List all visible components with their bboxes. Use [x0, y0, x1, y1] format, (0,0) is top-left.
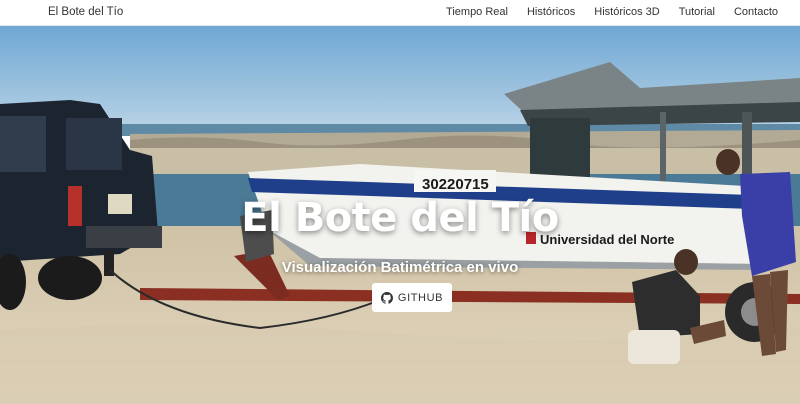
github-button-label: GITHUB	[397, 291, 444, 304]
nav-links: Tiempo Real Históricos Históricos 3D Tut…	[427, 0, 778, 26]
nav-link-historicos-3d[interactable]: Históricos 3D	[594, 0, 659, 26]
navbar: El Bote del Tío Tiempo Real Históricos H…	[0, 0, 800, 26]
nav-link-historicos[interactable]: Históricos	[527, 0, 575, 26]
nav-link-tiempo-real[interactable]: Tiempo Real	[446, 0, 508, 26]
brand-link[interactable]: El Bote del Tío	[48, 0, 123, 26]
nav-link-tutorial[interactable]: Tutorial	[679, 0, 715, 26]
github-icon	[380, 291, 393, 304]
hero-subtitle: Visualización Batimétrica en vivo	[281, 259, 519, 276]
github-button[interactable]: GITHUB	[372, 283, 452, 312]
hero-title: El Bote del Tío	[241, 195, 559, 241]
boat-registration-number: 30220715	[422, 176, 489, 193]
hero-section: 30220715 Universidad del Norte El Bote d…	[0, 26, 800, 404]
nav-link-contacto[interactable]: Contacto	[734, 0, 778, 26]
